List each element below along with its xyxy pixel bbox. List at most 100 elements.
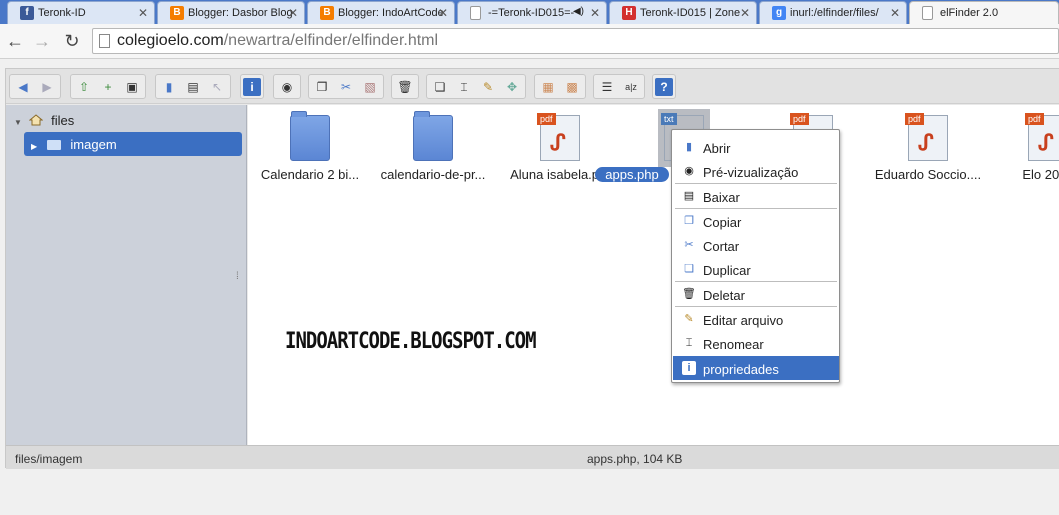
file-name: apps.php [595, 167, 669, 182]
tree-root[interactable]: ▼ files [14, 113, 74, 128]
toolbar-group-help: ? [652, 74, 676, 99]
browser-tab[interactable]: f Teronk-ID ✕ [7, 1, 155, 24]
menu-item-label: Cortar [703, 239, 740, 254]
browser-tab[interactable]: -=Teronk-ID015=- ◀) ✕ [457, 1, 607, 24]
help-icon[interactable]: ? [655, 78, 673, 96]
forward-icon[interactable]: ▶ [38, 78, 56, 96]
duplicate-icon[interactable]: ❏ [431, 78, 449, 96]
file-item[interactable]: pdf ᔑ Eduardo Soccio.... [868, 111, 988, 191]
browser-tab[interactable]: H Teronk-ID015 | Zone ✕ [609, 1, 757, 24]
facebook-icon: f [20, 6, 34, 20]
toolbar-group-nav: ◀ ▶ [9, 74, 61, 99]
close-icon[interactable]: ✕ [740, 6, 750, 20]
menu-item-cut[interactable]: ✂ Cortar [673, 233, 839, 257]
delete-icon[interactable]: 🗑 [396, 78, 414, 96]
menu-item-edit[interactable]: ✎ Editar arquivo [673, 307, 839, 331]
back-arrow-icon[interactable]: ← [4, 30, 26, 52]
tab-title: Blogger: Dasbor Blog [188, 7, 293, 19]
browser-tab[interactable]: g inurl:/elfinder/files/ ✕ [759, 1, 907, 24]
close-icon[interactable]: ✕ [438, 6, 448, 20]
forward-arrow-icon[interactable]: → [31, 30, 53, 52]
browser-tab[interactable]: B Blogger: Dasbor Blog ✕ [157, 1, 305, 24]
open-icon: ▮ [685, 141, 693, 153]
home-icon [28, 114, 43, 126]
select-icon[interactable]: ↖ [208, 78, 226, 96]
menu-item-duplicate[interactable]: ❏ Duplicar [673, 257, 839, 281]
copy-icon[interactable]: ❐ [313, 78, 331, 96]
file-type-badge: pdf [790, 113, 809, 125]
menu-item-rename[interactable]: ⌶ Renomear [673, 331, 839, 355]
open-icon[interactable]: ▮ [160, 78, 178, 96]
file-name: Elo 2014 [1022, 167, 1059, 182]
new-file-icon[interactable]: + [99, 78, 117, 96]
menu-item-label: Copiar [703, 215, 742, 230]
file-item[interactable]: Calendario 2 bi... [250, 111, 370, 191]
download-icon: ▤ [683, 190, 695, 202]
elfinder-toolbar: ◀ ▶ ⇧ + ▣ ▮ ▤ ↖ i ◉ ❐ ✂ ▧ 🗑 ❏ ⌶ ✎ ✥ ▦ ▩ … [6, 69, 1059, 104]
collapse-arrow-icon[interactable]: ▶ [31, 142, 37, 151]
watermark-text: INDOARTCODE.BLOGSPOT.COM [285, 328, 537, 354]
context-menu: ▮ Abrir ◉ Pré-vizualização ▤ Baixar ❐ Co… [671, 129, 840, 383]
file-type-badge: txt [661, 113, 677, 125]
download-icon[interactable]: ▤ [184, 78, 202, 96]
resize-icon[interactable]: ✥ [503, 78, 521, 96]
toolbar-group-tools: ❏ ⌶ ✎ ✥ [426, 74, 526, 99]
menu-item-copy[interactable]: ❐ Copiar [673, 209, 839, 233]
browser-toolbar: ← → ↻ colegioelo.com/newartra/elfinder/e… [0, 24, 1059, 59]
sort-icon[interactable]: a|z [622, 78, 640, 96]
page-icon [922, 6, 933, 20]
rename-icon[interactable]: ⌶ [455, 78, 473, 96]
archive-icon[interactable]: ▩ [563, 78, 581, 96]
menu-item-properties[interactable]: i propriedades [673, 356, 839, 380]
address-bar[interactable]: colegioelo.com/newartra/elfinder/elfinde… [92, 28, 1059, 54]
info-icon[interactable]: i [243, 78, 261, 96]
extract-icon[interactable]: ▦ [539, 78, 557, 96]
back-icon[interactable]: ◀ [14, 78, 32, 96]
menu-item-preview[interactable]: ◉ Pré-vizualização [673, 159, 839, 183]
cut-icon[interactable]: ✂ [337, 78, 355, 96]
delete-icon: 🗑 [682, 288, 696, 300]
file-type-badge: pdf [1025, 113, 1044, 125]
menu-item-label: propriedades [703, 362, 779, 377]
toolbar-group-view: ◉ [273, 74, 301, 99]
tab-title: -=Teronk-ID015=- [488, 7, 575, 19]
file-name: Calendario 2 bi... [260, 167, 360, 182]
list-view-icon[interactable]: ☰ [598, 78, 616, 96]
eye-icon[interactable]: ◉ [278, 78, 296, 96]
url-host: colegioelo.com [117, 32, 224, 49]
browser-tab[interactable]: B Blogger: IndoArtCode ✕ [307, 1, 455, 24]
file-item[interactable]: pdf ᔑ Elo 2014 [988, 111, 1059, 191]
file-item[interactable]: calendario-de-pr... [373, 111, 493, 191]
resize-handle[interactable]: ⁞ [236, 271, 239, 282]
close-icon[interactable]: ✕ [590, 6, 600, 20]
toolbar-group-delete: 🗑 [391, 74, 419, 99]
tree-item-imagem[interactable]: ▶ imagem [24, 132, 242, 156]
pdf-file-icon: pdf ᔑ [905, 113, 948, 161]
save-icon[interactable]: ▣ [123, 78, 141, 96]
paste-icon[interactable]: ▧ [361, 78, 379, 96]
reload-icon[interactable]: ↻ [61, 30, 83, 52]
upload-icon[interactable]: ⇧ [75, 78, 93, 96]
elfinder-window: ◀ ▶ ⇧ + ▣ ▮ ▤ ↖ i ◉ ❐ ✂ ▧ 🗑 ❏ ⌶ ✎ ✥ ▦ ▩ … [5, 68, 1059, 469]
close-icon[interactable]: ✕ [138, 6, 148, 20]
blogger-icon: B [320, 6, 334, 20]
close-icon[interactable]: ✕ [890, 6, 900, 20]
toolbar-group-file: ▮ ▤ ↖ [155, 74, 231, 99]
tree-root-label: files [51, 113, 75, 128]
expand-arrow-icon[interactable]: ▼ [14, 118, 22, 127]
folder-icon [413, 111, 453, 161]
tab-title: Blogger: IndoArtCode [338, 7, 444, 19]
pdf-file-icon: pdf ᔑ [1025, 113, 1059, 161]
google-icon: g [772, 6, 786, 20]
browser-tab-active[interactable]: elFinder 2.0 [909, 1, 1059, 25]
tab-title: Teronk-ID [38, 7, 86, 19]
menu-item-open[interactable]: ▮ Abrir [673, 135, 839, 159]
duplicate-icon: ❏ [684, 263, 694, 275]
menu-item-label: Renomear [703, 337, 764, 352]
edit-icon[interactable]: ✎ [479, 78, 497, 96]
menu-item-download[interactable]: ▤ Baixar [673, 184, 839, 208]
close-icon[interactable]: ✕ [288, 6, 298, 20]
toolbar-group-layout: ☰ a|z [593, 74, 645, 99]
menu-item-delete[interactable]: 🗑 Deletar [673, 282, 839, 306]
blogger-icon: B [170, 6, 184, 20]
